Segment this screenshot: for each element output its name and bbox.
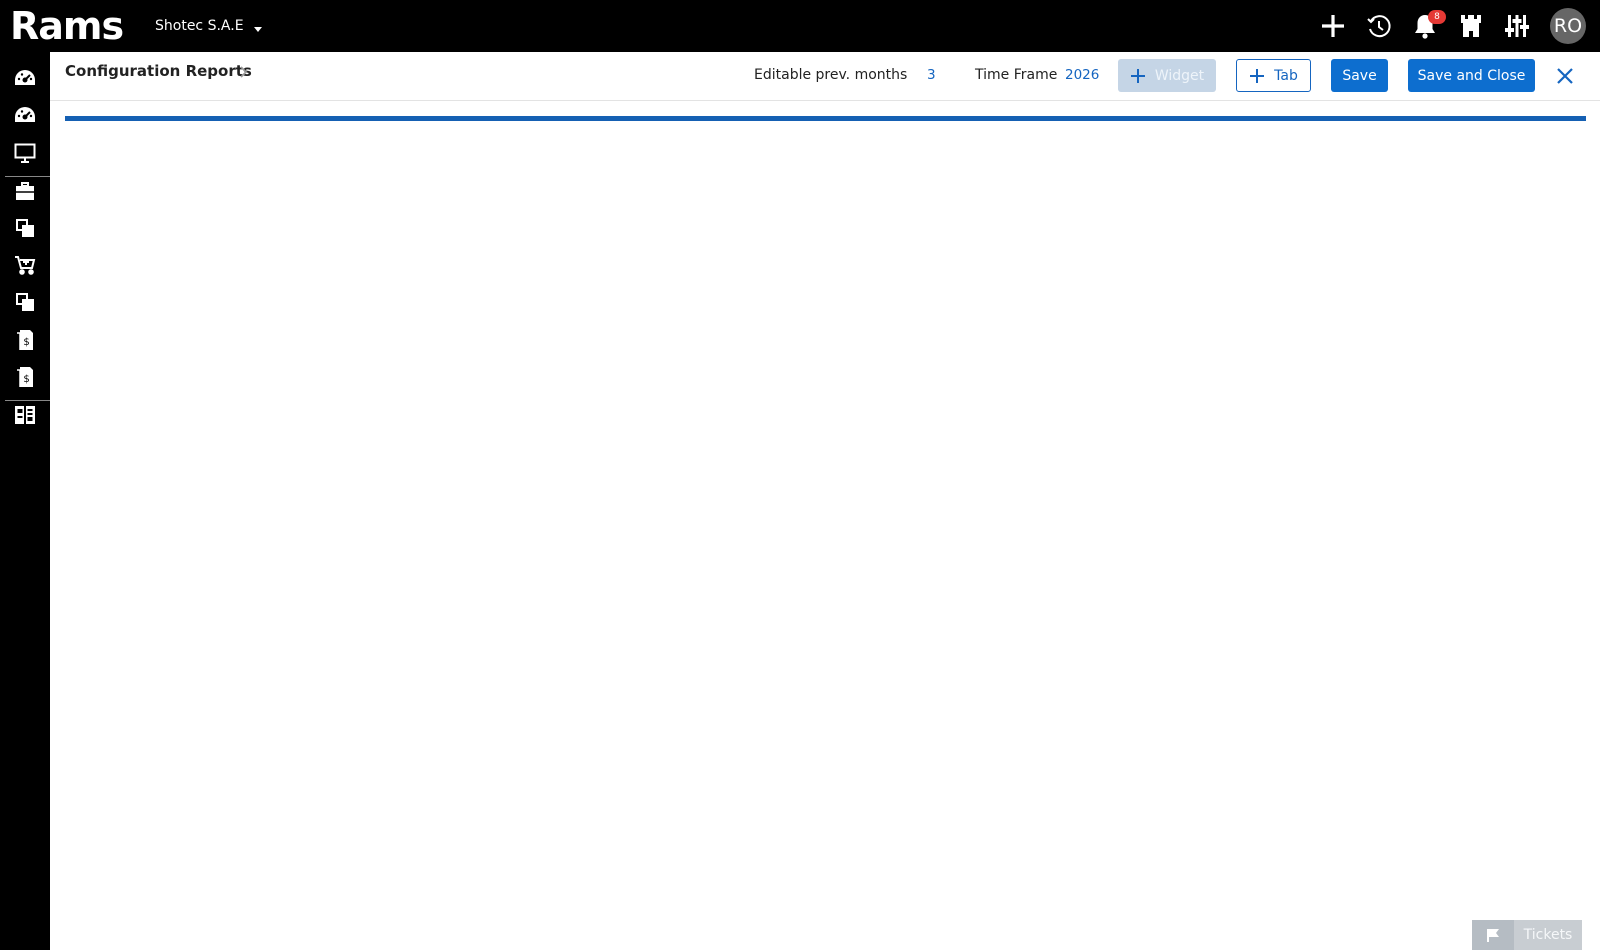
briefcase-icon xyxy=(16,182,34,200)
sidebar-item-documents-2[interactable] xyxy=(5,285,45,319)
documents-icon xyxy=(16,293,34,311)
sidebar-item-briefcase[interactable] xyxy=(5,174,45,208)
page-header: Configuration Reports Editable prev. mon… xyxy=(50,52,1600,101)
company-name: Shotec S.A.E xyxy=(155,18,244,34)
loading-progress-bar xyxy=(65,116,1586,121)
editable-months-value[interactable]: 3 xyxy=(927,67,936,83)
add-tab-label: Tab xyxy=(1274,67,1298,84)
dashboard-gauge-icon xyxy=(15,70,35,85)
sliders-icon[interactable] xyxy=(1500,9,1534,43)
sidebar-item-invoice-2[interactable]: $ xyxy=(5,360,45,394)
user-avatar[interactable]: RO xyxy=(1550,8,1586,44)
sidebar-item-dashboard[interactable] xyxy=(5,61,45,95)
sidebar-item-dashboard-2[interactable] xyxy=(5,98,45,132)
save-and-close-button[interactable]: Save and Close xyxy=(1408,59,1535,92)
castle-icon[interactable] xyxy=(1454,9,1488,43)
tickets-label: Tickets xyxy=(1523,927,1573,943)
add-widget-label: Widget xyxy=(1154,67,1205,84)
notifications-badge: 8 xyxy=(1428,10,1446,24)
save-button[interactable]: Save xyxy=(1331,59,1388,92)
invoice-dollar-icon: $ xyxy=(17,330,33,350)
user-initials: RO xyxy=(1553,15,1583,37)
page-title: Configuration Reports xyxy=(65,62,252,80)
main-content: Configuration Reports Editable prev. mon… xyxy=(50,52,1600,950)
tickets-button[interactable]: Tickets xyxy=(1472,920,1582,950)
company-selector[interactable]: Shotec S.A.E xyxy=(155,18,262,34)
plus-icon xyxy=(1249,68,1265,84)
editable-months-label: Editable prev. months xyxy=(754,67,908,83)
caret-down-icon xyxy=(253,26,262,32)
monitor-icon xyxy=(14,143,36,163)
add-tab-button[interactable]: Tab xyxy=(1236,59,1311,92)
time-frame-value[interactable]: 2026 xyxy=(1065,67,1099,83)
bell-icon[interactable]: 8 xyxy=(1408,9,1446,43)
sidebar-item-documents[interactable] xyxy=(5,211,45,245)
svg-text:$: $ xyxy=(23,374,29,385)
sidebar-item-cart[interactable] xyxy=(5,248,45,282)
top-actions: 8 RO xyxy=(1316,7,1586,45)
sidebar: $ $ xyxy=(0,52,50,950)
logo-text: Rams xyxy=(10,4,124,48)
sidebar-item-reports[interactable] xyxy=(5,398,45,432)
history-clock-icon[interactable] xyxy=(1362,9,1396,43)
documents-icon xyxy=(16,219,34,237)
plus-icon xyxy=(1130,68,1146,84)
report-grid-icon xyxy=(15,406,35,424)
chevron-right-icon[interactable] xyxy=(239,65,249,79)
sidebar-item-invoice[interactable]: $ xyxy=(5,323,45,357)
invoice-dollar-icon: $ xyxy=(17,367,33,387)
app-logo[interactable]: Rams xyxy=(10,4,124,48)
add-widget-button[interactable]: Widget xyxy=(1118,59,1216,92)
flag-icon xyxy=(1472,920,1514,950)
close-icon[interactable] xyxy=(1553,64,1577,88)
svg-text:$: $ xyxy=(23,337,29,348)
top-bar: Rams Shotec S.A.E 8 RO xyxy=(0,0,1600,52)
cart-icon xyxy=(15,256,36,275)
plus-icon[interactable] xyxy=(1316,9,1350,43)
time-frame-label: Time Frame xyxy=(975,67,1058,83)
sidebar-item-monitor[interactable] xyxy=(5,136,45,170)
dashboard-gauge-icon xyxy=(15,107,35,122)
